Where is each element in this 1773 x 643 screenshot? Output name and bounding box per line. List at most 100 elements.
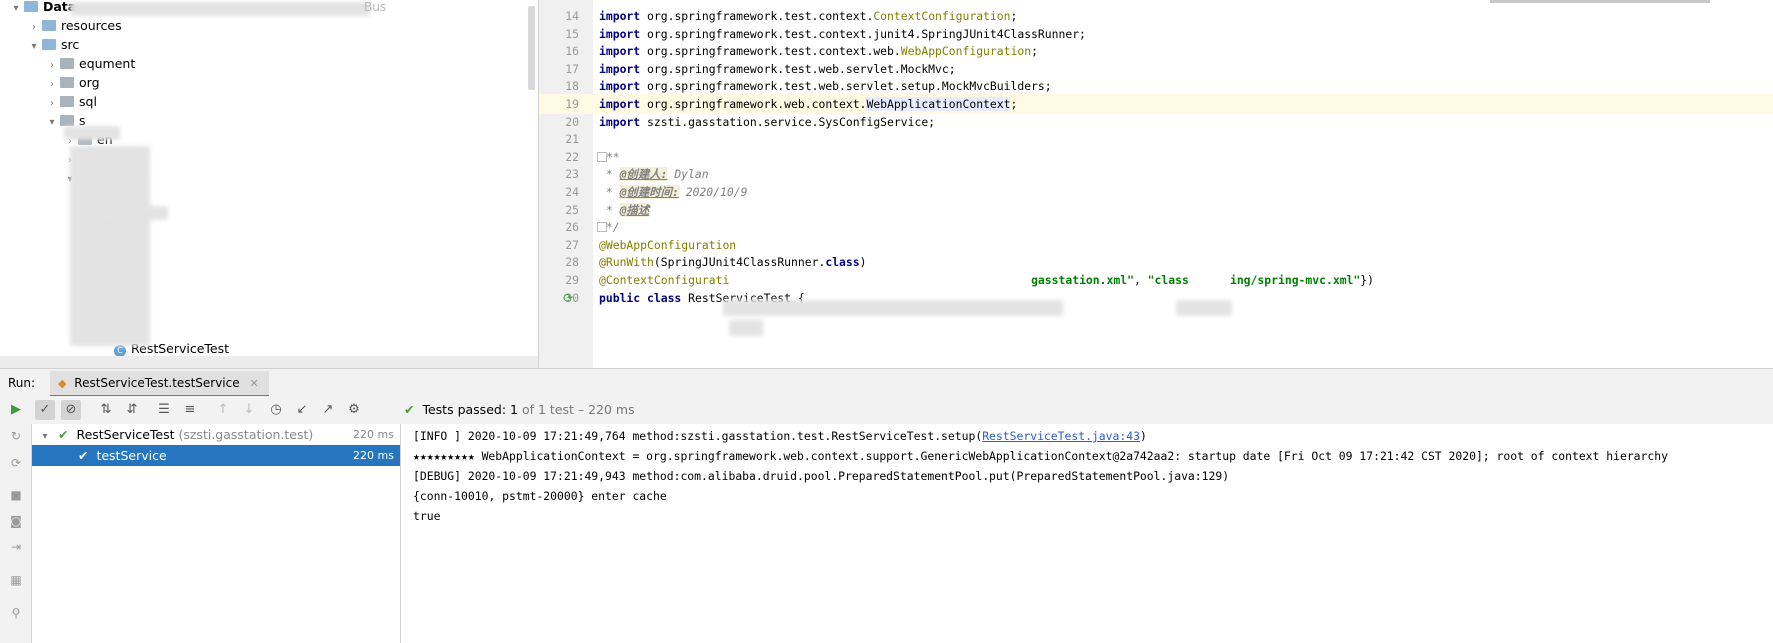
sort-alpha-icon[interactable]: ⇅ xyxy=(96,400,116,420)
redacted-area xyxy=(729,320,763,336)
package-icon xyxy=(60,96,74,107)
console-text: ) xyxy=(1139,429,1147,443)
code-token: @ContextConfigurati xyxy=(599,273,730,287)
history-icon[interactable]: ◷ xyxy=(266,400,286,420)
console-line: [INFO ] 2020-10-09 17:21:49,764 method:s… xyxy=(413,426,1147,446)
redacted-area xyxy=(70,146,150,346)
console-text: true xyxy=(413,509,441,523)
sort-duration-icon[interactable]: ⇵ xyxy=(122,400,142,420)
code-token: @WebAppConfiguration xyxy=(599,237,737,252)
code-token: public class xyxy=(599,290,682,305)
code-token: ContextConfiguration xyxy=(873,9,1011,23)
run-gutter-icon[interactable]: ⟳ xyxy=(563,288,573,308)
code-token: import xyxy=(599,44,641,59)
folder-icon xyxy=(42,39,56,50)
next-icon[interactable]: ↓ xyxy=(239,400,259,420)
code-editor[interactable]: 14 import org.springframework.test.contex… xyxy=(539,0,1773,368)
tree-item[interactable]: › resources xyxy=(26,16,122,36)
status-suffix: of 1 test – 220 ms xyxy=(521,402,635,417)
package-icon xyxy=(60,77,74,88)
code-token: * xyxy=(599,185,620,199)
test-suite-name: RestServiceTest xyxy=(76,427,175,442)
redacted-area xyxy=(723,300,1063,316)
code-token: import xyxy=(599,61,641,76)
tree-item[interactable]: › org xyxy=(44,73,100,93)
export-icon[interactable]: ↗ xyxy=(318,400,338,420)
fold-marker[interactable] xyxy=(597,151,607,162)
console-line: {conn-10010, pstmt-20000} enter cache xyxy=(413,486,667,506)
code-token: * xyxy=(599,202,620,217)
code-token: szsti.gasstation.service.SysConfigServic… xyxy=(640,114,936,129)
show-ignored-icon[interactable]: ⊘ xyxy=(61,400,81,420)
tree-item[interactable]: › equment xyxy=(44,54,135,74)
console-text: [DEBUG] 2020-10-09 17:21:49,943 method:c… xyxy=(413,469,1230,483)
tree-item[interactable]: ▾ src xyxy=(26,35,79,55)
project-scrollbar[interactable] xyxy=(528,6,535,90)
run-config-icon: ◆ xyxy=(58,377,67,390)
chevron-down-icon[interactable]: ▾ xyxy=(26,37,42,57)
pin-icon[interactable]: ⚲ xyxy=(8,605,24,621)
run-tab-label: RestServiceTest.testService xyxy=(74,376,240,390)
status-prefix: Tests passed: xyxy=(422,402,507,417)
project-hscroll[interactable] xyxy=(0,356,538,368)
code-token: WebAppConfiguration xyxy=(900,44,1032,59)
code-token: class xyxy=(825,255,860,270)
test-case-row[interactable]: ✔ testService 220 ms xyxy=(32,445,400,466)
console-line: ★★★★★★★★★ WebApplicationContext = org.sp… xyxy=(413,446,1668,466)
redacted-area xyxy=(1176,300,1232,316)
fold-marker[interactable] xyxy=(597,222,607,233)
passed-check-icon: ✔ xyxy=(404,402,415,417)
toggle-auto-test-icon[interactable]: ⟳ xyxy=(8,455,24,471)
code-token: org.springframework.test.context.junit4.… xyxy=(640,26,1086,41)
redacted-area xyxy=(70,2,370,16)
test-suite-package: (szsti.gasstation.test) xyxy=(178,427,314,442)
tree-top-suffix: Bus xyxy=(364,0,387,14)
project-tree-panel: ▾Data›resources▾src›equment›org›sql▾s›en… xyxy=(0,0,539,368)
console-text: ★★★★★★★★★ WebApplicationContext = org.sp… xyxy=(413,449,1668,463)
chevron-down-icon[interactable]: ▾ xyxy=(8,0,24,19)
stop-icon[interactable]: ■ xyxy=(8,487,24,503)
code-token: Dylan xyxy=(667,167,709,182)
code-token: import xyxy=(599,26,641,41)
tree-item-label: org xyxy=(79,75,100,90)
test-suite-row[interactable]: ▾ ✔ RestServiceTest (szsti.gasstation.te… xyxy=(32,424,400,445)
editor-top-scroll[interactable] xyxy=(1490,0,1710,3)
close-icon[interactable]: ✕ xyxy=(249,377,258,390)
exit-icon[interactable]: ⇥ xyxy=(8,539,24,555)
tree-item-label: sql xyxy=(79,94,97,109)
code-token: }) xyxy=(1360,273,1374,287)
redacted-area xyxy=(104,206,168,220)
tests-status: ✔ Tests passed: 1 of 1 test – 220 ms xyxy=(404,402,635,417)
console-output[interactable]: [INFO ] 2020-10-09 17:21:49,764 method:s… xyxy=(401,424,1773,643)
code-token: * xyxy=(599,167,620,182)
chevron-down-icon[interactable]: ▾ xyxy=(44,113,60,133)
run-tab[interactable]: ◆ RestServiceTest.testService ✕ xyxy=(50,371,269,398)
code-token: (SpringJUnit4ClassRunner. xyxy=(653,255,826,270)
code-token: 2020/10/9 xyxy=(678,185,748,199)
run-side-strip: ↻ ⟳ ■ ◙ ⇥ ▦ ⚲ xyxy=(0,424,32,643)
collapse-all-icon[interactable]: ≡ xyxy=(180,400,200,420)
code-token: org.springframework.test.web.servlet.Moc… xyxy=(640,61,956,76)
show-passed-icon[interactable]: ✓ xyxy=(35,400,55,420)
source-link[interactable]: RestServiceTest.java:43 xyxy=(982,429,1140,443)
rerun-icon[interactable]: ▶ xyxy=(6,400,26,420)
code-token: , xyxy=(1133,273,1148,287)
chevron-down-icon[interactable]: ▾ xyxy=(36,426,54,447)
layout-icon[interactable]: ▦ xyxy=(8,572,24,588)
import-icon[interactable]: ↙ xyxy=(292,400,312,420)
camera-icon[interactable]: ◙ xyxy=(8,513,24,529)
code-token: ; xyxy=(1031,44,1038,59)
code-token: org.springframework.test.context.web. xyxy=(640,44,901,59)
previous-icon[interactable]: ↑ xyxy=(213,400,233,420)
code-token: @RunWith xyxy=(599,255,654,270)
run-toolbar: ▶ ✓ ⊘ ⇅ ⇵ ☰ ≡ ↑ ↓ ◷ ↙ ↗ ⚙ ✔ Tests passed… xyxy=(0,396,1773,425)
folder-icon xyxy=(42,20,56,31)
tree-item[interactable]: ▾ Data xyxy=(8,0,76,17)
top-area: ▾Data›resources▾src›equment›org›sql▾s›en… xyxy=(0,0,1773,368)
rerun-failed-icon[interactable]: ↻ xyxy=(8,428,24,444)
package-icon xyxy=(60,58,74,69)
tree-item[interactable]: › sql xyxy=(44,92,97,112)
settings-icon[interactable]: ⚙ xyxy=(344,400,364,420)
code-token: @创建时间: xyxy=(619,185,679,199)
expand-all-icon[interactable]: ☰ xyxy=(154,400,174,420)
